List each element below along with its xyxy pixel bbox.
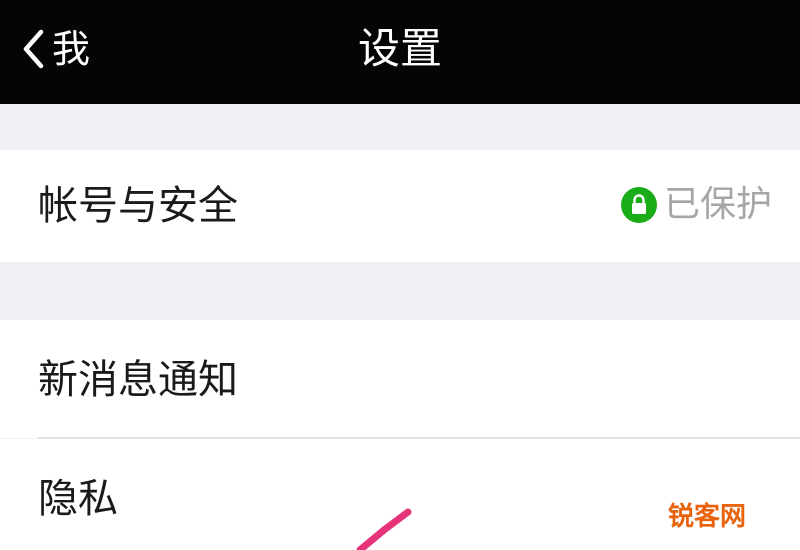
- page-title: 设置: [357, 24, 442, 73]
- section-gap: [0, 104, 800, 150]
- section-gap: [0, 262, 800, 320]
- cell-label: 新消息通知: [38, 357, 238, 403]
- status-text: 已保护: [663, 184, 772, 225]
- cell-label: 隐私: [38, 476, 118, 522]
- navigation-bar: 我 设置: [0, 0, 800, 104]
- cell-account-security[interactable]: 帐号与安全 已保护: [0, 150, 800, 262]
- settings-screen: 我 设置 帐号与安全 已保护 新消息通知 隐私 锐客网: [0, 0, 800, 550]
- protection-status: 已保护: [620, 186, 772, 224]
- cell-new-message-notification[interactable]: 新消息通知: [0, 320, 800, 438]
- lock-icon: [620, 187, 657, 223]
- watermark-logo: 锐客网: [661, 501, 752, 534]
- cell-label: 帐号与安全: [38, 183, 238, 229]
